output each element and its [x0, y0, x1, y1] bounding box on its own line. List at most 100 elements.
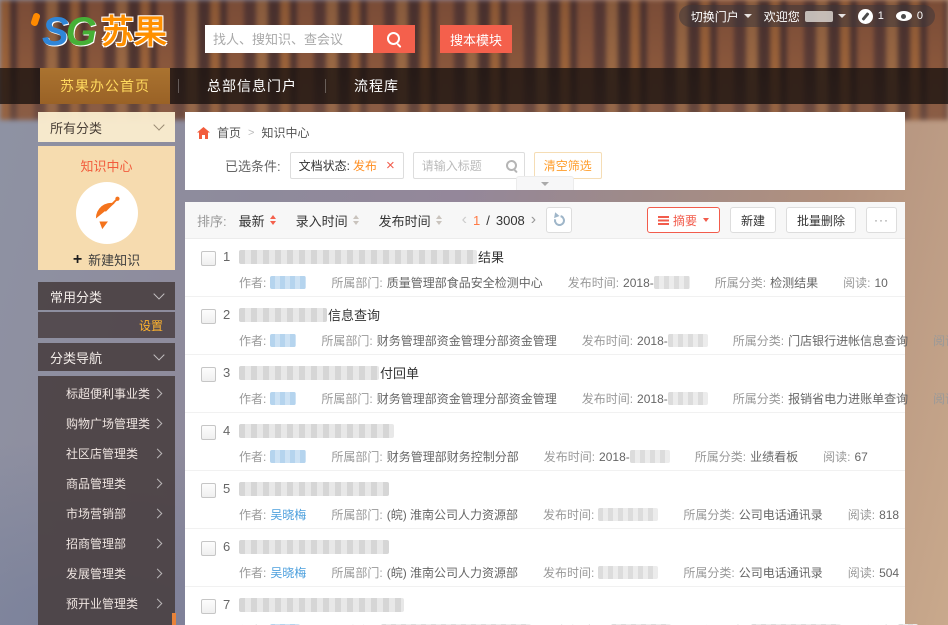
- item-title[interactable]: [239, 481, 893, 498]
- nav-tab[interactable]: 总部信息门户: [187, 68, 317, 104]
- prev-page-button[interactable]: ‹: [462, 211, 467, 229]
- item-department: 财务管理部资金管理分部资金管理: [377, 334, 557, 348]
- new-knowledge-button[interactable]: + 新建知识: [38, 250, 175, 269]
- item-author[interactable]: 吴晓梅: [270, 566, 306, 580]
- sidebar-category-item[interactable]: 发展管理类: [38, 558, 175, 588]
- item-department: 质量管理部食品安全检测中心: [387, 276, 543, 290]
- item-publish-date: [598, 566, 658, 580]
- search-module-button[interactable]: 搜本模块: [440, 25, 512, 53]
- knowledge-item-row: 3 付回单 作者: 所属部门:财务管理部资金管理分部资金管理 发布时间:2018…: [185, 355, 905, 413]
- read-notifications[interactable]: 0: [896, 10, 923, 22]
- item-author[interactable]: 吴晓梅: [270, 508, 306, 522]
- nav-tab[interactable]: 苏果办公首页: [40, 68, 170, 104]
- row-number: 2: [223, 307, 239, 322]
- meta-reads: 阅读:80: [933, 332, 948, 349]
- sidebar-category-item[interactable]: 市场营销部: [38, 498, 175, 528]
- chevron-right-icon: [153, 448, 163, 458]
- list-toolbar: 排序: 最新 录入时间 发布时间 ‹ 1 / 3008 ›: [185, 202, 905, 239]
- sidebar-all-categories[interactable]: 所有分类: [38, 112, 175, 142]
- category-item-label: 社区店管理类: [66, 445, 138, 462]
- clear-filters-button[interactable]: 清空筛选: [534, 152, 602, 179]
- item-author[interactable]: [270, 392, 296, 406]
- sidebar-category-item[interactable]: 预开业管理类: [38, 588, 175, 618]
- row-checkbox[interactable]: [201, 367, 216, 382]
- next-page-button[interactable]: ›: [531, 211, 536, 229]
- knowledge-list: 1 结果 作者: 所属部门:质量管理部食品安全检测中心 发布时间:2018- 所…: [185, 239, 905, 625]
- knowledge-item-row: 7 作者: 所属部门: 发布时间: 所属分类: 阅读:: [185, 587, 905, 625]
- user-toolbar: 切换门户 欢迎您 1 0: [679, 5, 935, 27]
- item-meta: 作者: 所属部门:财务管理部资金管理分部资金管理 发布时间:2018- 所属分类…: [239, 332, 893, 349]
- sidebar-category-item[interactable]: 社区店管理类: [38, 438, 175, 468]
- chip-close-icon[interactable]: ×: [386, 158, 395, 173]
- global-search-input[interactable]: [205, 25, 373, 53]
- sidebar-category-nav[interactable]: 分类导航: [38, 343, 175, 371]
- sort-option[interactable]: 最新: [239, 211, 276, 230]
- item-title[interactable]: [239, 539, 893, 556]
- item-author[interactable]: [270, 334, 296, 348]
- author-label: 作者:: [239, 276, 266, 290]
- collapse-panel-tab[interactable]: [516, 176, 574, 190]
- item-author[interactable]: [270, 450, 306, 464]
- sort-option[interactable]: 发布时间: [379, 211, 442, 230]
- search-icon[interactable]: [506, 160, 518, 172]
- item-title[interactable]: 付回单: [239, 365, 893, 382]
- row-checkbox[interactable]: [201, 251, 216, 266]
- knowledge-center-card: 知识中心 + 新建知识: [38, 146, 175, 270]
- logo-letter-s: S: [42, 8, 69, 56]
- nav-tab[interactable]: 流程库: [334, 68, 419, 104]
- caret-down-icon: [703, 218, 709, 222]
- summary-toggle-button[interactable]: 摘要: [647, 207, 720, 233]
- item-author[interactable]: [270, 276, 306, 290]
- meta-publish: 发布时间:2018-: [544, 448, 670, 465]
- new-button[interactable]: 新建: [730, 207, 776, 233]
- breadcrumb-home[interactable]: 首页: [217, 124, 241, 141]
- item-title[interactable]: 结果: [239, 249, 893, 266]
- batch-delete-button[interactable]: 批量删除: [786, 207, 856, 233]
- logo-letter-g: G: [66, 8, 97, 56]
- sidebar-common-categories[interactable]: 常用分类: [38, 282, 175, 310]
- row-checkbox[interactable]: [201, 483, 216, 498]
- switch-portal-button[interactable]: 切换门户: [691, 8, 752, 25]
- row-checkbox[interactable]: [201, 309, 216, 324]
- publish-label: 发布时间:: [543, 508, 594, 522]
- refresh-button[interactable]: [546, 207, 572, 233]
- item-publish-date: [598, 508, 658, 522]
- item-publish-date: 2018-: [623, 276, 690, 290]
- item-title[interactable]: 信息查询: [239, 307, 893, 324]
- item-title[interactable]: [239, 597, 893, 614]
- sidebar-category-item[interactable]: 大卖场事业部类: [38, 618, 175, 625]
- row-checkbox[interactable]: [201, 599, 216, 614]
- item-department: (皖) 淮南公司人力资源部: [387, 508, 518, 522]
- item-department: 财务管理部财务控制分部: [387, 450, 519, 464]
- meta-publish: 发布时间:2018-: [582, 390, 708, 407]
- meta-category: 所属分类:公司电话通讯录: [683, 506, 822, 523]
- total-pages: 3008: [496, 213, 525, 228]
- sort-option[interactable]: 录入时间: [296, 211, 359, 230]
- redacted-text: [654, 276, 690, 289]
- caret-down-icon: [744, 14, 752, 18]
- item-meta: 作者: 所属部门:财务管理部财务控制分部 发布时间:2018- 所属分类:业绩看…: [239, 448, 893, 465]
- sidebar-category-item[interactable]: 商品管理类: [38, 468, 175, 498]
- sidebar-category-item[interactable]: 标超便利事业类: [38, 378, 175, 408]
- sidebar-category-item[interactable]: 购物广场管理类: [38, 408, 175, 438]
- sidebar-category-item[interactable]: 招商管理部: [38, 528, 175, 558]
- category-item-label: 市场营销部: [66, 505, 126, 522]
- publish-label: 发布时间:: [582, 392, 633, 406]
- main-content: 首页 > 知识中心 已选条件: 文档状态: 发布 × 清空筛选: [185, 112, 905, 625]
- row-checkbox[interactable]: [201, 425, 216, 440]
- settings-button[interactable]: 设置: [139, 317, 163, 334]
- publish-label: 发布时间:: [544, 450, 595, 464]
- item-title[interactable]: [239, 423, 893, 440]
- reads-label: 阅读:: [823, 450, 850, 464]
- sort-arrows-icon: [353, 215, 359, 225]
- welcome-user-menu[interactable]: 欢迎您: [764, 8, 846, 25]
- sort-arrows-icon: [436, 215, 442, 225]
- breadcrumb-current: 知识中心: [261, 124, 309, 141]
- more-actions-button[interactable]: ···: [866, 207, 897, 233]
- search-button[interactable]: [373, 25, 415, 53]
- row-checkbox[interactable]: [201, 541, 216, 556]
- todo-notifications[interactable]: 1: [858, 9, 884, 24]
- author-label: 作者:: [239, 392, 266, 406]
- row-number: 4: [223, 423, 239, 438]
- meta-department: 所属部门:财务管理部财务控制分部: [331, 448, 518, 465]
